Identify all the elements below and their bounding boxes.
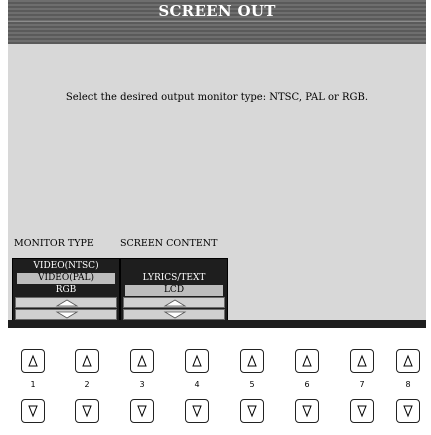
triangle-up-icon <box>163 299 187 307</box>
button-1-up[interactable] <box>21 349 45 373</box>
triangle-up-icon <box>28 354 38 367</box>
screen-content-list[interactable]: LYRICS/TEXT LCD <box>120 258 228 322</box>
screen-content-label: SCREEN CONTENT <box>120 238 218 249</box>
monitor-type-label: MONITOR TYPE <box>14 238 94 249</box>
title-bar: SCREEN OUT <box>8 0 426 44</box>
button-3-down[interactable] <box>130 399 154 423</box>
triangle-up-icon <box>302 354 312 367</box>
button-number-8: 8 <box>405 380 411 389</box>
button-7-up[interactable] <box>350 349 374 373</box>
monitor-option-ntsc[interactable]: VIDEO(NTSC) <box>17 261 115 272</box>
button-6-up[interactable] <box>295 349 319 373</box>
monitor-option-pal[interactable]: VIDEO(PAL) <box>17 273 115 284</box>
triangle-up-icon <box>247 354 257 367</box>
triangle-down-icon <box>357 405 367 418</box>
triangle-up-icon <box>192 354 202 367</box>
button-1-down[interactable] <box>21 399 45 423</box>
button-5-down[interactable] <box>240 399 264 423</box>
content-scroll-up-button[interactable] <box>123 297 225 308</box>
triangle-down-icon <box>137 405 147 418</box>
button-2-up[interactable] <box>75 349 99 373</box>
triangle-down-icon <box>403 405 413 418</box>
button-3-up[interactable] <box>130 349 154 373</box>
content-scroll-down-button[interactable] <box>123 309 225 320</box>
triangle-up-icon <box>55 299 79 307</box>
triangle-up-icon <box>357 354 367 367</box>
triangle-down-icon <box>247 405 257 418</box>
instruction-message: Select the desired output monitor type: … <box>65 92 369 103</box>
content-option-lcd[interactable]: LCD <box>125 285 223 296</box>
button-8-up[interactable] <box>396 349 420 373</box>
monitor-type-list[interactable]: VIDEO(NTSC) VIDEO(PAL) RGB <box>12 258 120 322</box>
button-2-down[interactable] <box>75 399 99 423</box>
title-separator <box>8 21 426 22</box>
monitor-scroll-down-button[interactable] <box>15 309 117 320</box>
triangle-up-icon <box>137 354 147 367</box>
triangle-up-icon <box>82 354 92 367</box>
button-4-down[interactable] <box>185 399 209 423</box>
triangle-up-icon <box>403 354 413 367</box>
triangle-down-icon <box>302 405 312 418</box>
triangle-down-icon <box>192 405 202 418</box>
content-option-lyrics-text[interactable]: LYRICS/TEXT <box>125 273 223 284</box>
button-number-2: 2 <box>84 380 90 389</box>
button-number-6: 6 <box>304 380 310 389</box>
button-5-up[interactable] <box>240 349 264 373</box>
button-number-7: 7 <box>359 380 365 389</box>
triangle-down-icon <box>82 405 92 418</box>
button-number-4: 4 <box>194 380 200 389</box>
lcd-screen: SCREEN OUT Select the desired output mon… <box>8 0 426 328</box>
button-8-down[interactable] <box>396 399 420 423</box>
monitor-option-rgb[interactable]: RGB <box>17 285 115 296</box>
button-4-up[interactable] <box>185 349 209 373</box>
page-title: SCREEN OUT <box>158 2 276 20</box>
button-number-1: 1 <box>30 380 36 389</box>
button-6-down[interactable] <box>295 399 319 423</box>
triangle-down-icon <box>28 405 38 418</box>
button-number-3: 3 <box>139 380 145 389</box>
monitor-scroll-up-button[interactable] <box>15 297 117 308</box>
lcd-bottom-strip <box>8 320 426 328</box>
button-7-down[interactable] <box>350 399 374 423</box>
button-number-5: 5 <box>249 380 255 389</box>
